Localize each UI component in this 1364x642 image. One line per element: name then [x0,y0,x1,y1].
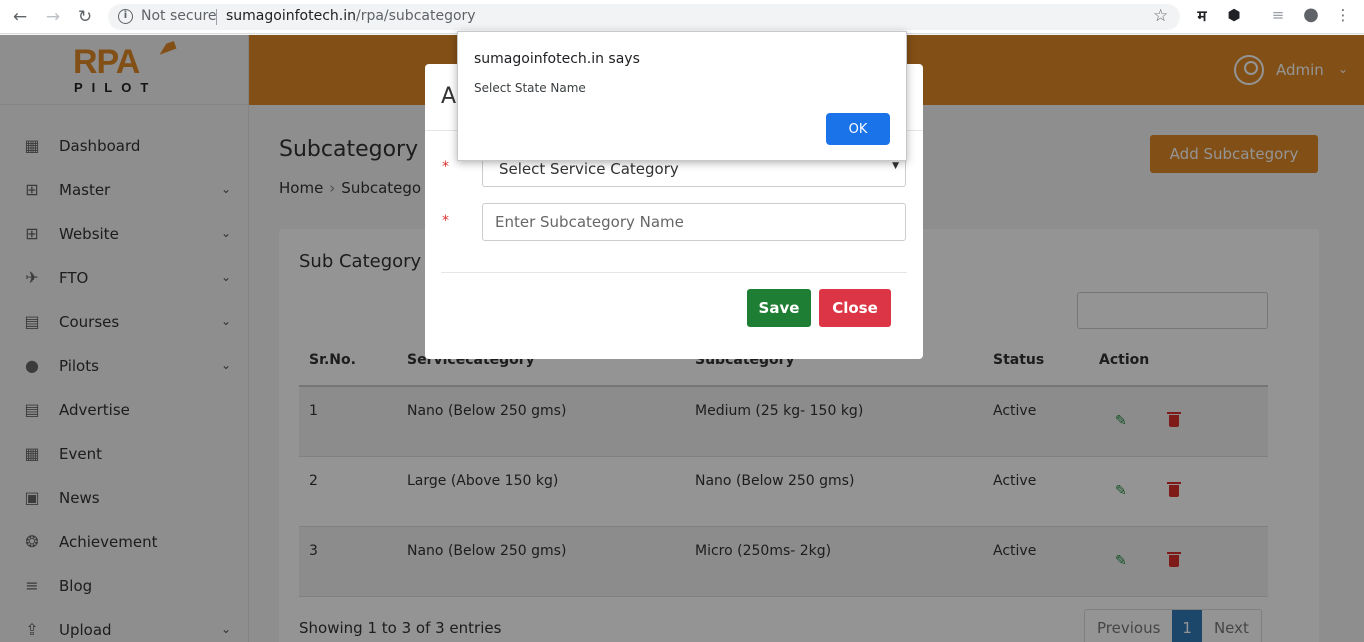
modal-footer-divider [441,272,907,273]
subcategory-name-input[interactable] [482,203,906,241]
security-label: Not secure [141,8,217,24]
required-marker: * [442,213,449,229]
caret-down-icon: ▼ [892,161,899,171]
address-bar[interactable]: i Not secure sumagoinfotech.in/rpa/subca… [108,4,1180,30]
url-text[interactable]: sumagoinfotech.in/rpa/subcategory [226,8,476,24]
forward-arrow-icon[interactable]: → [42,6,64,28]
browser-alert-dialog: sumagoinfotech.in says Select State Name… [457,31,907,161]
back-arrow-icon[interactable]: ← [9,6,31,28]
modal-title: A [441,84,457,109]
cube-extension-icon[interactable]: ⬢ [1223,6,1245,24]
service-category-selected: Select Service Category [499,160,679,178]
browser-toolbar: ← → ↻ i Not secure sumagoinfotech.in/rpa… [0,0,1364,34]
required-marker: * [442,159,449,175]
menu-kebab-icon[interactable]: ⋮ [1332,6,1354,24]
bookmark-star-icon[interactable]: ☆ [1153,6,1168,26]
alert-title: sumagoinfotech.in says [474,51,640,67]
alert-message: Select State Name [474,81,586,95]
alert-ok-button[interactable]: OK [826,113,890,145]
info-icon[interactable]: i [118,9,133,24]
save-button[interactable]: Save [747,289,811,327]
profile-icon[interactable]: ● [1300,4,1322,25]
url-separator [216,9,217,25]
playlist-icon[interactable]: ≡ [1267,6,1289,24]
hindi-extension-icon[interactable]: म [1191,6,1213,26]
close-button[interactable]: Close [819,289,891,327]
reload-icon[interactable]: ↻ [74,6,96,28]
